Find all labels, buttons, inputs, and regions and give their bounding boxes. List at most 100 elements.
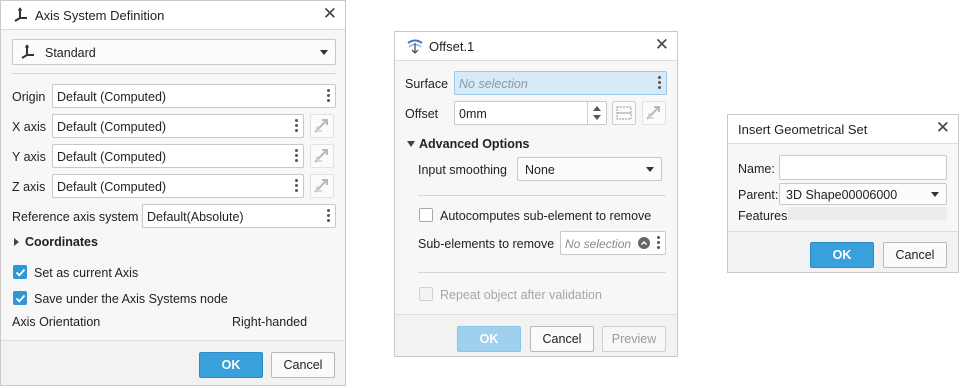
expand-arrow-icon [14,238,19,246]
cancel-button[interactable]: Cancel [530,326,594,352]
reverse-arrow-icon [314,149,328,163]
reverse-direction-button[interactable] [310,144,334,168]
more-options-icon[interactable] [658,76,662,92]
axis-type-value: Standard [45,46,96,60]
input-smoothing-dropdown[interactable]: None [517,157,662,181]
save-under-node-checkbox[interactable] [13,291,27,305]
save-under-node-label: Save under the Axis Systems node [34,292,228,306]
more-options-icon[interactable] [327,209,331,225]
features-area [788,207,947,220]
collapse-arrow-icon [407,141,415,147]
measure-icon [616,106,632,120]
geoset-dialog-titlebar[interactable]: Insert Geometrical Set ✕ [728,115,958,144]
parent-value: 3D Shape00006000 [786,188,898,202]
name-label: Name: [738,162,775,176]
features-label: Features: [738,209,791,223]
coordinates-label: Coordinates [25,235,98,249]
origin-field[interactable]: Default (Computed) [52,84,336,108]
cancel-button[interactable]: Cancel [271,352,335,378]
y-axis-field[interactable]: Default (Computed) [52,144,304,168]
coordinates-section-toggle[interactable]: Coordinates [12,234,212,250]
chevron-down-icon [646,167,654,172]
divider [418,272,666,273]
sub-elements-field[interactable]: No selection [560,231,666,255]
advanced-options-label: Advanced Options [419,137,530,151]
parent-dropdown[interactable]: 3D Shape00006000 [779,183,947,205]
set-current-axis-checkbox[interactable] [13,265,27,279]
axis-system-icon [20,44,36,63]
reference-axis-label: Reference axis system [12,210,139,224]
repeat-object-label: Repeat object after validation [440,288,602,302]
offset-label: Offset [405,107,439,121]
y-axis-label: Y axis [12,150,46,164]
axis-dialog-titlebar[interactable]: Axis System Definition ✕ [1,1,345,30]
x-axis-label: X axis [12,120,47,134]
divider [12,73,336,74]
offset-dialog-titlebar[interactable]: Offset.1 ✕ [395,32,677,61]
advanced-options-toggle[interactable]: Advanced Options [405,136,605,152]
spinner-icon[interactable] [587,102,606,124]
name-input[interactable] [779,155,947,180]
measure-button[interactable] [612,101,636,125]
offset-surface-icon [406,37,424,58]
autocompute-label: Autocomputes sub-element to remove [440,209,652,223]
cancel-button[interactable]: Cancel [883,242,947,268]
z-axis-value: Default (Computed) [57,180,167,194]
z-axis-label: Z axis [12,180,46,194]
axis-system-dialog: Axis System Definition ✕ Standard Origin… [0,0,346,386]
parent-label: Parent: [738,188,779,202]
origin-label: Origin [12,90,46,104]
surface-label: Surface [405,77,449,91]
close-icon[interactable]: ✕ [323,4,337,24]
more-options-icon[interactable] [295,179,299,195]
axis-orientation-value: Right-handed [232,315,308,329]
axis-type-dropdown[interactable]: Standard [12,39,336,65]
reverse-arrow-icon [314,119,328,133]
y-axis-value: Default (Computed) [57,150,167,164]
more-options-icon[interactable] [327,89,331,105]
close-icon[interactable]: ✕ [655,35,669,55]
ok-button[interactable]: OK [810,242,874,268]
offset-value: 0mm [459,107,487,121]
offset-value-field[interactable]: 0mm [454,101,607,125]
more-options-icon[interactable] [295,119,299,135]
check-icon [15,268,26,277]
offset-dialog-title: Offset.1 [429,39,475,54]
z-axis-field[interactable]: Default (Computed) [52,174,304,198]
x-axis-field[interactable]: Default (Computed) [52,114,304,138]
surface-placeholder: No selection [459,77,528,91]
more-options-icon[interactable] [657,236,661,252]
chevron-down-icon [931,192,939,197]
axis-dialog-title: Axis System Definition [35,8,165,23]
check-icon [15,294,26,303]
repeat-object-checkbox[interactable] [419,287,433,301]
x-axis-value: Default (Computed) [57,120,167,134]
set-current-axis-label: Set as current Axis [34,266,139,280]
autocompute-checkbox[interactable] [419,208,433,222]
close-icon[interactable]: ✕ [936,118,950,138]
axis-orientation-label: Axis Orientation [12,315,101,329]
surface-selection-field[interactable]: No selection [454,71,667,95]
chevron-down-icon [320,50,328,55]
more-options-icon[interactable] [295,149,299,165]
reverse-direction-button[interactable] [310,114,334,138]
reference-axis-field[interactable]: Default(Absolute) [142,204,336,228]
reverse-direction-button[interactable] [642,101,666,125]
sub-elements-placeholder: No selection [565,237,632,251]
geoset-dialog-title: Insert Geometrical Set [738,122,868,137]
reference-axis-value: Default(Absolute) [147,210,244,224]
reverse-arrow-icon [314,179,328,193]
input-smoothing-value: None [525,163,555,177]
ok-button[interactable]: OK [199,352,263,378]
divider [418,195,666,196]
input-smoothing-label: Input smoothing [418,163,507,177]
insert-geometrical-set-dialog: Insert Geometrical Set ✕ Name: Parent: 3… [727,114,959,273]
axis-system-icon [13,7,29,26]
ok-button[interactable]: OK [457,326,521,352]
clear-selection-icon[interactable] [638,237,650,249]
origin-value: Default (Computed) [57,90,167,104]
preview-button[interactable]: Preview [602,326,666,352]
reverse-direction-button[interactable] [310,174,334,198]
reverse-arrow-icon [646,106,660,120]
offset-dialog: Offset.1 ✕ Surface No selection Offset 0… [394,31,678,357]
